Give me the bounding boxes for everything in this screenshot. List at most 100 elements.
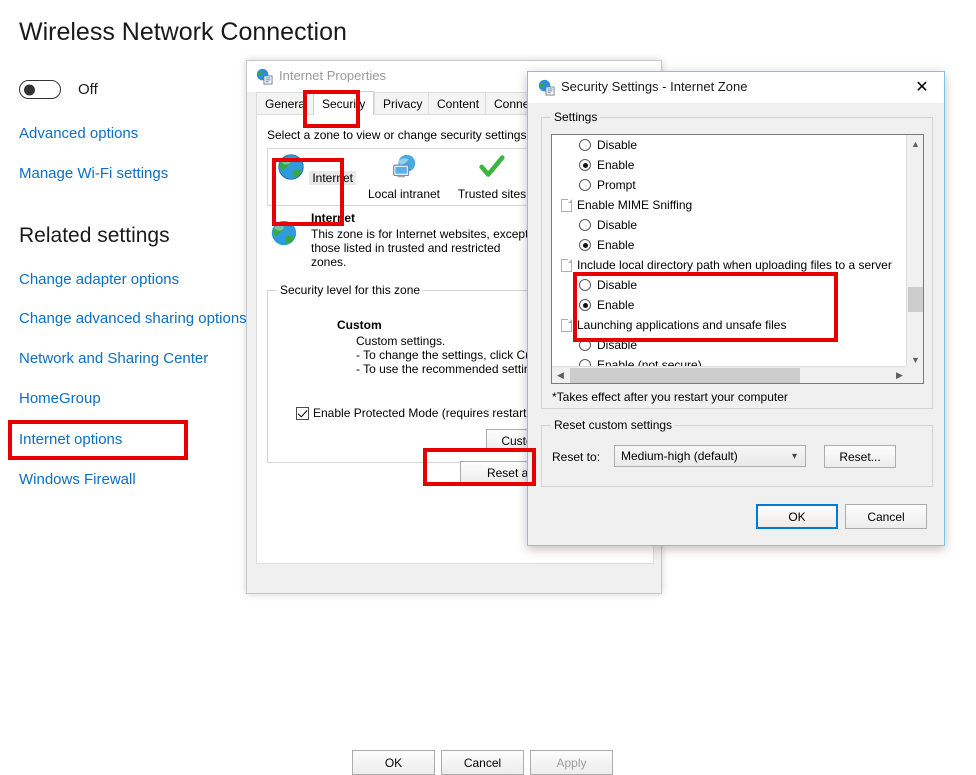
list-item-label: Disable [597,278,638,292]
list-item-label: Enable MIME Sniffing [577,198,693,212]
radio-icon[interactable] [579,339,591,351]
zone-item-internet[interactable]: Internet [272,152,360,185]
list-vertical-scrollbar[interactable]: ▲ ▼ [906,135,923,368]
intranet-icon [393,154,416,178]
tab-content[interactable]: Content [428,92,489,114]
radio-icon[interactable] [579,279,591,291]
scrollbar-corner [906,366,923,383]
zone-item-local-intranet[interactable]: Local intranet [360,152,448,200]
radio-icon[interactable] [579,139,591,151]
restart-note: *Takes effect after you restart your com… [552,390,788,404]
list-item[interactable]: Enable [552,155,892,175]
radio-icon[interactable] [579,219,591,231]
document-icon [561,198,572,212]
list-item[interactable]: Disable [552,135,892,155]
zone-description-title: Internet [311,211,356,225]
vertical-scroll-thumb[interactable] [908,287,923,312]
security-settings-cancel-button[interactable]: Cancel [845,504,927,529]
radio-icon[interactable] [579,159,591,171]
security-level-group-title: Security level for this zone [277,283,424,297]
tab-privacy[interactable]: Privacy [374,92,432,114]
radio-icon[interactable] [579,299,591,311]
internet-properties-icon [256,68,273,85]
zone-description-globe-icon [271,220,297,246]
internet-properties-cancel-button[interactable]: Cancel [441,750,524,775]
link-network-and-sharing-center[interactable]: Network and Sharing Center [19,350,208,367]
list-item-label: Launching applications and unsafe files [577,318,787,332]
list-item[interactable]: Enable [552,295,892,315]
protected-mode-checkbox[interactable] [296,406,309,420]
list-item-label: Disable [597,138,638,152]
security-level-name: Custom [337,318,382,332]
zone-label-local-intranet: Local intranet [367,187,441,201]
link-internet-options[interactable]: Internet options [19,431,122,448]
list-item[interactable]: Launching applications and unsafe files [552,315,892,335]
related-settings-heading: Related settings [19,224,170,247]
link-homegroup[interactable]: HomeGroup [19,390,101,407]
settings-group-title: Settings [551,110,601,124]
internet-properties-footer: OK Cancel Apply [247,565,661,775]
link-change-adapter-options[interactable]: Change adapter options [19,271,179,288]
reset-custom-settings-groupbox: Reset custom settings Reset to: Medium-h… [541,418,933,487]
internet-properties-ok-button[interactable]: OK [352,750,435,775]
green-check-icon [479,155,505,177]
list-item-label: Enable [597,298,635,312]
scroll-left-icon[interactable]: ◀ [552,367,569,383]
security-settings-list[interactable]: Disable Enable Prompt Enable MIME Sniffi… [551,134,924,384]
close-icon[interactable]: ✕ [900,72,944,102]
list-item[interactable]: Disable [552,275,892,295]
radio-icon[interactable] [579,239,591,251]
link-change-advanced-sharing-options[interactable]: Change advanced sharing options [19,310,247,327]
radio-icon[interactable] [579,179,591,191]
chevron-down-icon: ▾ [791,451,797,462]
wifi-toggle-switch[interactable] [19,80,61,99]
page-title: Wireless Network Connection [19,18,347,46]
zone-prompt-label: Select a zone to view or change security… [267,128,530,142]
zone-description-body: This zone is for Internet websites, exce… [311,227,529,269]
document-icon [561,318,572,332]
wifi-toggle-row[interactable]: Off [19,80,98,99]
security-settings-list-inner: Disable Enable Prompt Enable MIME Sniffi… [552,135,892,383]
reset-to-value: Medium-high (default) [621,449,738,463]
list-item[interactable]: Disable [552,215,892,235]
link-advanced-options[interactable]: Advanced options [19,125,138,142]
internet-properties-apply-button: Apply [530,750,613,775]
protected-mode-label: Enable Protected Mode (requires restarti… [313,406,550,420]
link-windows-firewall[interactable]: Windows Firewall [19,471,136,488]
wifi-toggle-knob [24,84,35,95]
list-item-label: Disable [597,338,638,352]
list-item[interactable]: Enable MIME Sniffing [552,195,892,215]
settings-groupbox: Settings Disable Enable Prompt Enable MI… [541,110,933,409]
security-settings-ok-button[interactable]: OK [756,504,838,529]
zone-label-trusted-sites: Trusted sites [457,187,527,201]
list-item[interactable]: Include local directory path when upload… [552,255,892,275]
tab-general[interactable]: General [256,92,317,114]
security-settings-title: Security Settings - Internet Zone [561,79,748,94]
list-item[interactable]: Prompt [552,175,892,195]
list-item[interactable]: Disable [552,335,892,355]
list-item[interactable]: Enable [552,235,892,255]
protected-mode-row[interactable]: Enable Protected Mode (requires restarti… [296,406,549,420]
list-item-label: Enable [597,238,635,252]
reset-to-dropdown[interactable]: Medium-high (default) ▾ [614,445,806,467]
list-horizontal-scrollbar[interactable]: ◀ ▶ [552,366,908,383]
list-item-label: Prompt [597,178,636,192]
internet-properties-title: Internet Properties [279,68,386,83]
zone-label-internet: Internet [309,171,357,185]
reset-button[interactable]: Reset... [824,445,896,468]
list-item-label: Disable [597,218,638,232]
security-settings-titlebar[interactable]: Security Settings - Internet Zone ✕ [528,72,944,103]
reset-to-label: Reset to: [552,450,601,464]
tab-security[interactable]: Security [313,91,375,115]
globe-icon [278,154,304,180]
link-manage-wifi-settings[interactable]: Manage Wi-Fi settings [19,165,168,182]
zone-item-trusted-sites[interactable]: Trusted sites [448,152,536,200]
list-item-label: Include local directory path when upload… [577,258,892,272]
scroll-up-icon[interactable]: ▲ [907,135,923,152]
list-item-label: Enable [597,158,635,172]
wifi-toggle-label: Off [78,81,98,98]
document-icon [561,258,572,272]
security-settings-icon [538,79,555,96]
security-settings-dialog: Security Settings - Internet Zone ✕ Sett… [527,71,945,546]
horizontal-scroll-thumb[interactable] [570,368,800,383]
